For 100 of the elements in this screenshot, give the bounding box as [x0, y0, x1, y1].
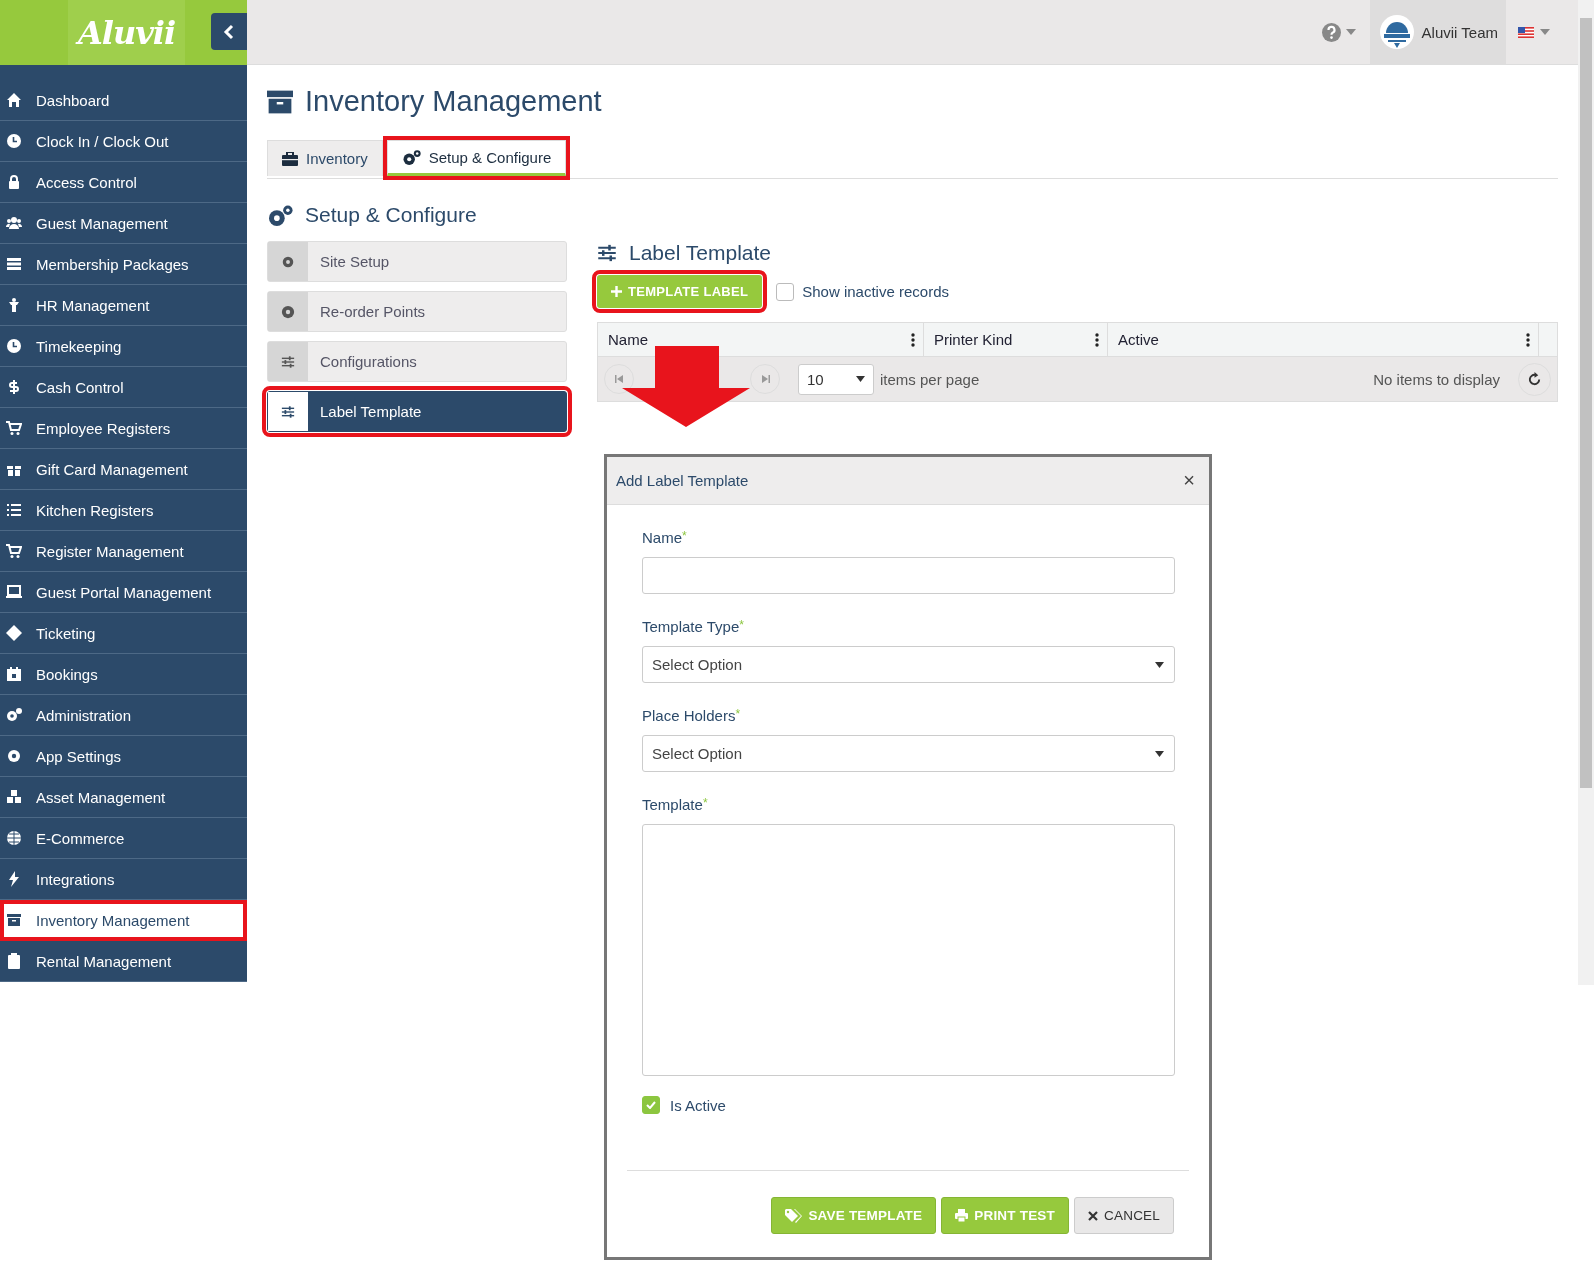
sidebar-item[interactable]: Guest Portal Management	[0, 572, 247, 613]
sidebar-item[interactable]: E-Commerce	[0, 818, 247, 859]
sidebar-item[interactable]: Gift Card Management	[0, 449, 247, 490]
sidebar-item[interactable]: Membership Packages	[0, 244, 247, 285]
cart-icon	[6, 420, 22, 436]
last-page-button[interactable]	[750, 364, 780, 394]
scrollbar[interactable]	[1578, 0, 1594, 985]
select-field[interactable]: Select Option	[642, 735, 1175, 772]
gears-icon	[6, 707, 22, 723]
plus-icon	[611, 286, 622, 297]
checkbox[interactable]	[642, 1096, 660, 1114]
sidebar-item[interactable]: Cash Control	[0, 367, 247, 408]
pager-status: No items to display	[1373, 370, 1500, 388]
page-size-label: items per page	[880, 370, 980, 388]
field-label: Template*	[642, 796, 709, 813]
first-page-icon	[614, 375, 624, 383]
collapse-button[interactable]	[211, 13, 247, 50]
first-page-button[interactable]	[604, 364, 634, 394]
field-label: Name*	[642, 529, 688, 546]
column-header[interactable]: Printer Kind	[924, 323, 1108, 356]
person-icon	[6, 297, 22, 313]
sidebar-item[interactable]: HR Management	[0, 285, 247, 326]
sidebar-item[interactable]: Inventory Management	[0, 900, 247, 941]
close-button[interactable]: ×	[1179, 469, 1199, 492]
sidebar-item[interactable]: Dashboard	[0, 80, 247, 121]
sidebar-item[interactable]: Ticketing	[0, 613, 247, 654]
sidebar-item[interactable]: Access Control	[0, 162, 247, 203]
user-menu[interactable]: Aluvii Team	[1369, 0, 1506, 64]
help-icon[interactable]	[1321, 22, 1341, 42]
chevron-left-icon	[223, 23, 235, 40]
sliders-icon	[281, 404, 295, 419]
flag-icon[interactable]	[1518, 26, 1534, 38]
last-page-icon	[760, 375, 770, 383]
sliders-icon	[281, 354, 295, 369]
dollar-icon	[6, 379, 22, 395]
sidebar-item[interactable]: Employee Registers	[0, 408, 247, 449]
list-icon	[6, 502, 22, 518]
avatar	[1379, 15, 1414, 49]
refresh-button[interactable]	[1518, 362, 1551, 396]
sidebar-item[interactable]: App Settings	[0, 736, 247, 777]
page-size-select[interactable]: 10	[798, 363, 874, 395]
clipboard-icon	[6, 953, 22, 969]
column-header[interactable]: Active	[1108, 323, 1539, 356]
caret-icon[interactable]	[1345, 29, 1356, 35]
caret-icon	[1155, 661, 1164, 668]
input-field[interactable]	[642, 557, 1175, 594]
tab[interactable]: Inventory	[267, 140, 383, 176]
sliders-icon	[597, 243, 617, 263]
gears-icon	[267, 204, 293, 226]
sidebar-item[interactable]: Timekeeping	[0, 326, 247, 367]
briefcase-icon	[282, 151, 298, 166]
section-title: Setup & Configure	[305, 203, 477, 227]
cart-icon	[6, 543, 22, 559]
archive-icon	[6, 912, 22, 928]
subnav-item[interactable]: Re-order Points	[267, 291, 567, 332]
user-name: Aluvii Team	[1421, 23, 1498, 41]
kebab-menu-icon[interactable]	[911, 332, 915, 347]
field-label: Template Type*	[642, 618, 745, 635]
home-icon	[6, 92, 22, 108]
sidebar-item[interactable]: Register Management	[0, 531, 247, 572]
select-field[interactable]: Select Option	[642, 646, 1175, 683]
field-label: Place Holders*	[642, 707, 742, 724]
disc-icon	[281, 304, 295, 319]
users-icon	[6, 215, 22, 231]
caret-icon	[856, 376, 865, 382]
calendar-icon	[6, 666, 22, 682]
checkbox[interactable]	[776, 282, 795, 301]
tags-icon	[785, 1208, 803, 1223]
gears-icon	[401, 149, 421, 165]
logo: Aluvii	[68, 0, 186, 65]
stack-icon	[6, 256, 22, 272]
bolt-icon	[6, 871, 22, 887]
clock-icon	[6, 133, 22, 149]
sidebar-item[interactable]: Clock In / Clock Out	[0, 121, 247, 162]
sidebar-item[interactable]: Guest Management	[0, 203, 247, 244]
sidebar-item[interactable]: Administration	[0, 695, 247, 736]
sidebar-item[interactable]: Kitchen Registers	[0, 490, 247, 531]
check-icon	[646, 1101, 656, 1109]
close-icon	[1088, 1210, 1099, 1221]
page-title: Inventory Management	[305, 85, 602, 118]
sidebar-item[interactable]: Bookings	[0, 654, 247, 695]
clock-icon	[6, 338, 22, 354]
subnav-item[interactable]: Site Setup	[267, 241, 567, 282]
subnav-item[interactable]: Configurations	[267, 341, 567, 382]
kebab-menu-icon[interactable]	[1526, 332, 1530, 347]
sidebar-item[interactable]: Rental Management	[0, 941, 247, 982]
kebab-menu-icon[interactable]	[1095, 332, 1099, 347]
globe-icon	[6, 830, 22, 846]
laptop-icon	[6, 584, 22, 600]
checkbox-label: Is Active	[670, 1096, 726, 1114]
dialog-title: Add Label Template	[616, 472, 749, 489]
cancel-button[interactable]: CANCEL	[1074, 1197, 1174, 1234]
cubes-icon	[6, 789, 22, 805]
refresh-icon	[1527, 371, 1542, 387]
panel-title: Label Template	[629, 241, 772, 265]
printer-icon	[955, 1209, 969, 1222]
caret-icon	[1155, 750, 1164, 757]
caret-icon[interactable]	[1540, 29, 1550, 35]
checkbox-label: Show inactive records	[802, 283, 949, 300]
sidebar-item[interactable]: Asset Management	[0, 777, 247, 818]
